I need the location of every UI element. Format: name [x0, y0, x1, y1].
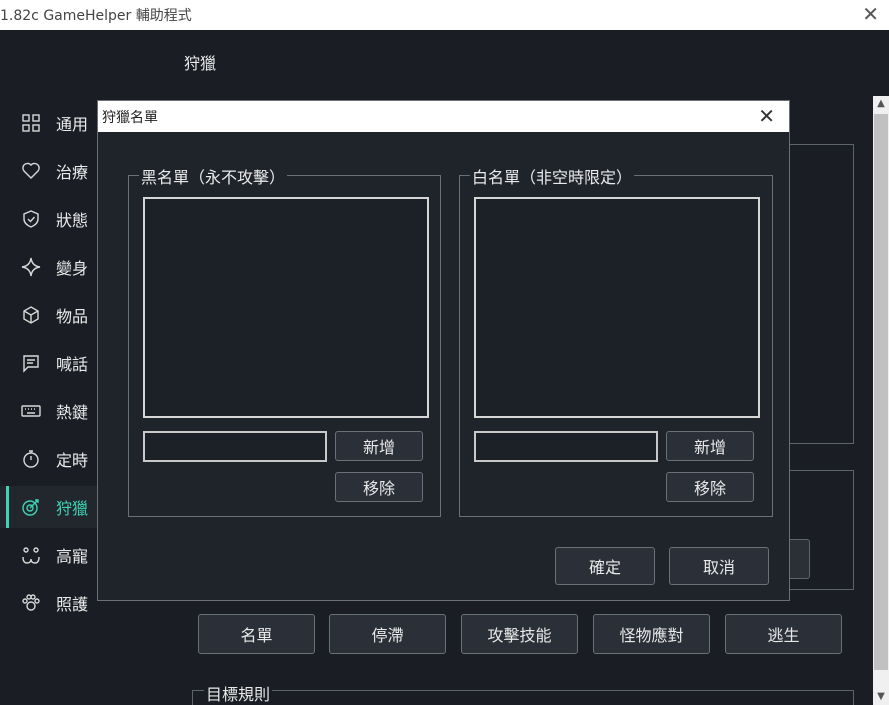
sidebar-item-pet[interactable]: 高寵 [0, 534, 100, 576]
sidebar-item-care[interactable]: 照護 [0, 582, 100, 624]
sidebar-item-timer[interactable]: 定時 [0, 438, 100, 480]
hunt-list-dialog: 狩獵名單 ✕ 黑名單（永不攻擊） 新增 移除 白名單（非空時限定） 新增 移除 … [97, 100, 790, 601]
blacklist-group: 黑名單（永不攻擊） 新增 移除 [128, 164, 441, 517]
blacklist-input[interactable] [143, 431, 327, 462]
sidebar-item-label: 高寵 [56, 547, 89, 566]
whitelist-listbox[interactable] [474, 197, 760, 418]
target-icon [20, 496, 42, 518]
sidebar-item-label: 照護 [56, 595, 89, 614]
sidebar-item-label: 治療 [56, 163, 89, 182]
chat-icon [20, 352, 42, 374]
sidebar-item-heal[interactable]: 治療 [0, 150, 100, 192]
cube-icon [20, 304, 42, 326]
blacklist-legend: 黑名單（永不攻擊） [139, 164, 288, 188]
sidebar-item-label: 變身 [56, 259, 89, 278]
list-button[interactable]: 名單 [198, 614, 315, 654]
attack-skill-button[interactable]: 攻擊技能 [461, 614, 578, 654]
sparkle-icon [20, 256, 42, 278]
page-title: 狩獵 [184, 54, 217, 73]
whitelist-remove-button[interactable]: 移除 [666, 472, 754, 502]
keyboard-icon [20, 400, 42, 422]
paw-icon [20, 592, 42, 614]
sidebar-item-label: 通用 [56, 115, 89, 134]
scroll-thumb[interactable] [874, 114, 888, 670]
sidebar-item-label: 定時 [56, 451, 89, 470]
whitelist-add-button[interactable]: 新增 [666, 431, 754, 461]
grid-icon [20, 112, 42, 134]
cancel-button[interactable]: 取消 [669, 547, 769, 585]
blacklist-remove-button[interactable]: 移除 [335, 472, 423, 502]
sidebar-item-hunt[interactable]: 狩獵 [0, 486, 100, 528]
whitelist-group: 白名單（非空時限定） 新增 移除 [459, 164, 773, 517]
target-rules-label: 目標規則 [204, 681, 273, 705]
sidebar-item-hotkey[interactable]: 熱鍵 [0, 390, 100, 432]
blacklist-add-button[interactable]: 新增 [335, 431, 423, 461]
scroll-up-icon[interactable]: ▲ [873, 96, 889, 112]
sidebar-item-label: 狀態 [56, 211, 89, 230]
sidebar-item-label: 物品 [56, 307, 89, 326]
sidebar-item-label: 狩獵 [56, 499, 89, 518]
heart-icon [20, 160, 42, 182]
stopwatch-icon [20, 448, 42, 470]
pet-face-icon [20, 544, 42, 566]
target-rules-group [192, 690, 854, 705]
dialog-close-button[interactable]: ✕ [758, 104, 775, 128]
dialog-title: 狩獵名單 [102, 110, 158, 126]
sidebar-item-general[interactable]: 通用 [0, 102, 100, 144]
window-titlebar: 1.82c GameHelper 輔助程式 ✕ [0, 0, 889, 30]
window-close-button[interactable]: ✕ [862, 3, 879, 25]
sidebar-item-label: 熱鍵 [56, 403, 89, 422]
sidebar-item-label: 喊話 [56, 355, 89, 374]
sidebar-item-status[interactable]: 狀態 [0, 198, 100, 240]
whitelist-input[interactable] [474, 431, 658, 462]
sidebar-item-transform[interactable]: 變身 [0, 246, 100, 288]
window-title: 1.82c GameHelper 輔助程式 [0, 8, 192, 24]
monster-response-button[interactable]: 怪物應對 [593, 614, 710, 654]
scrollbar[interactable]: ▲ ▼ [873, 96, 889, 705]
sidebar-item-items[interactable]: 物品 [0, 294, 100, 336]
shield-icon [20, 208, 42, 230]
whitelist-legend: 白名單（非空時限定） [470, 164, 635, 188]
blacklist-listbox[interactable] [143, 197, 429, 418]
stall-button[interactable]: 停滯 [329, 614, 446, 654]
escape-button[interactable]: 逃生 [725, 614, 842, 654]
dialog-titlebar: 狩獵名單 ✕ [98, 101, 789, 132]
scroll-down-icon[interactable]: ▼ [873, 689, 889, 705]
ok-button[interactable]: 確定 [555, 547, 655, 585]
sidebar-item-shout[interactable]: 喊話 [0, 342, 100, 384]
